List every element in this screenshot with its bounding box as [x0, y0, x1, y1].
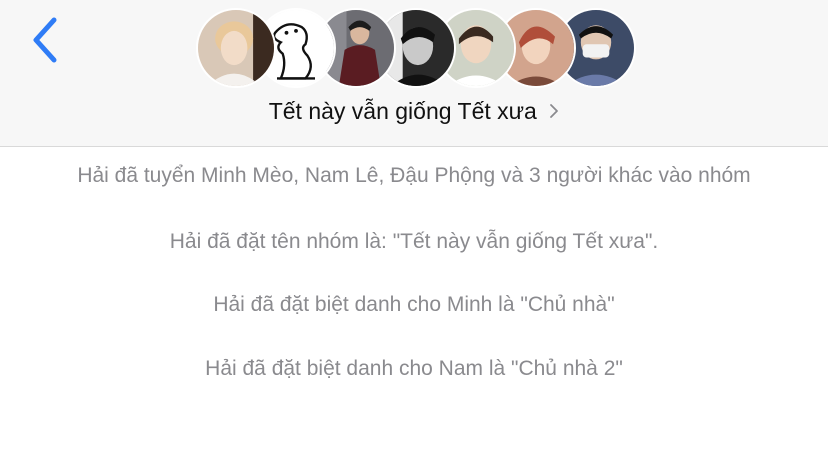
chevron-left-icon [33, 17, 57, 63]
chat-header: Tết này vẫn giống Tết xưa [0, 0, 828, 147]
system-message: Hải đã đặt tên nhóm là: "Tết này vẫn giố… [169, 230, 659, 253]
system-message: Hải đã đặt biệt danh cho Minh là "Chủ nh… [213, 293, 615, 316]
avatar [196, 8, 276, 88]
chevron-right-icon [550, 104, 559, 118]
member-avatars[interactable] [196, 8, 636, 88]
group-title: Tết này vẫn giống Tết xưa [268, 98, 537, 124]
system-message: Hải đã tuyển Minh Mèo, Nam Lê, Đậu Phộng… [77, 164, 751, 187]
group-name-button[interactable]: Tết này vẫn giống Tết xưa [0, 94, 828, 128]
system-message: Hải đã đặt biệt danh cho Nam là "Chủ nhà… [205, 357, 623, 380]
back-button[interactable] [26, 14, 66, 66]
